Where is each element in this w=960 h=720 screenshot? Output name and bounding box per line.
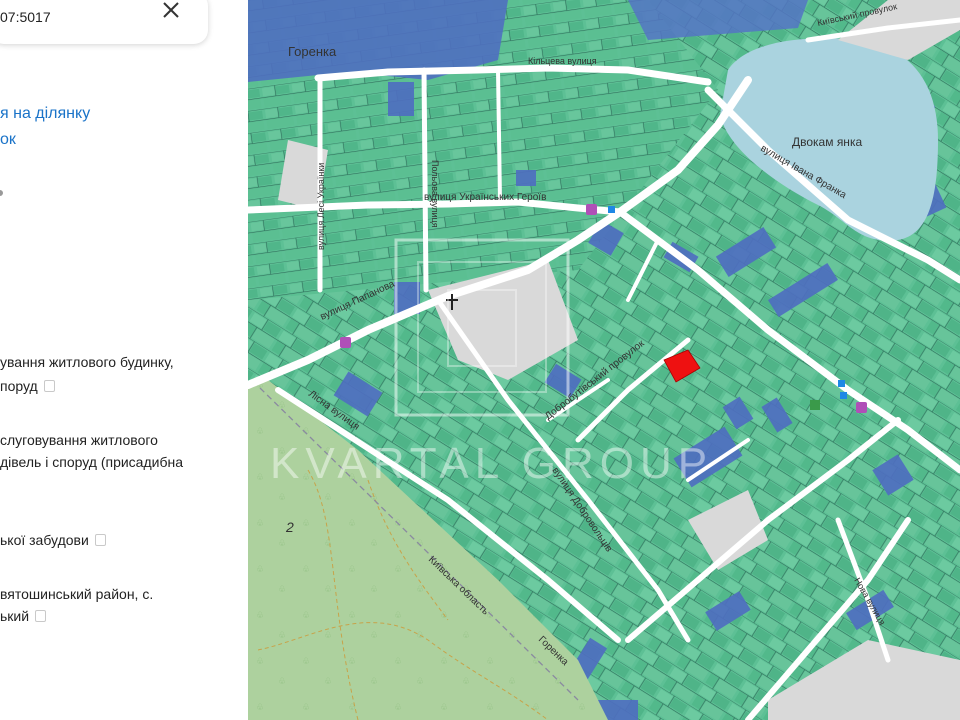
shop-icon — [856, 402, 867, 413]
street-ukr-heroiv: вулиця Українських Героїв — [424, 192, 546, 203]
street-kiltseva: Кільцева вулиця — [528, 56, 597, 66]
bus-stop-icon — [840, 392, 847, 399]
shop-icon — [340, 337, 351, 348]
street-lesi-ukrainky: вулиця Лесі Українки — [316, 163, 326, 250]
purpose-line1: ування житлового будинку, — [0, 354, 174, 370]
copy-icon[interactable] — [43, 380, 55, 392]
address-line1: вятошинський район, с. — [0, 586, 154, 602]
street-polova: Польова вулиця — [430, 160, 440, 228]
map-canvas[interactable]: ♧ ♧ — [248, 0, 960, 720]
cadastral-map[interactable]: ♧ ♧ — [248, 0, 960, 720]
purpose-full-line2: дівель і споруд (присадибна — [0, 454, 183, 470]
cadastral-header: 07:5017 — [0, 0, 208, 44]
category-text: ької забудови — [0, 529, 106, 551]
watermark-text: KVARTAL GROUP — [270, 439, 713, 488]
forest-number-label: 2 — [285, 519, 294, 535]
close-icon[interactable] — [158, 0, 184, 23]
lake-label: Двокам янка — [792, 135, 862, 149]
village-label: Горенка — [288, 44, 337, 59]
cadastral-number: 07:5017 — [0, 9, 51, 25]
copy-icon[interactable] — [94, 534, 106, 546]
address-line2: ький — [0, 605, 47, 627]
bus-stop-icon — [838, 380, 845, 387]
building-icon — [810, 400, 820, 410]
shop-icon — [586, 204, 597, 215]
copy-icon[interactable] — [35, 610, 47, 622]
parcel-link-line1[interactable]: я на ділянку — [0, 104, 90, 124]
parcel-link-line2[interactable]: ок — [0, 130, 16, 150]
purpose-full-line1: слуговування житлового — [0, 432, 158, 448]
purpose-line2: поруд — [0, 375, 55, 397]
bus-stop-icon — [608, 206, 615, 213]
info-marker-icon — [0, 190, 3, 196]
info-panel: 07:5017 я на ділянку ок ування житлового… — [0, 0, 248, 720]
